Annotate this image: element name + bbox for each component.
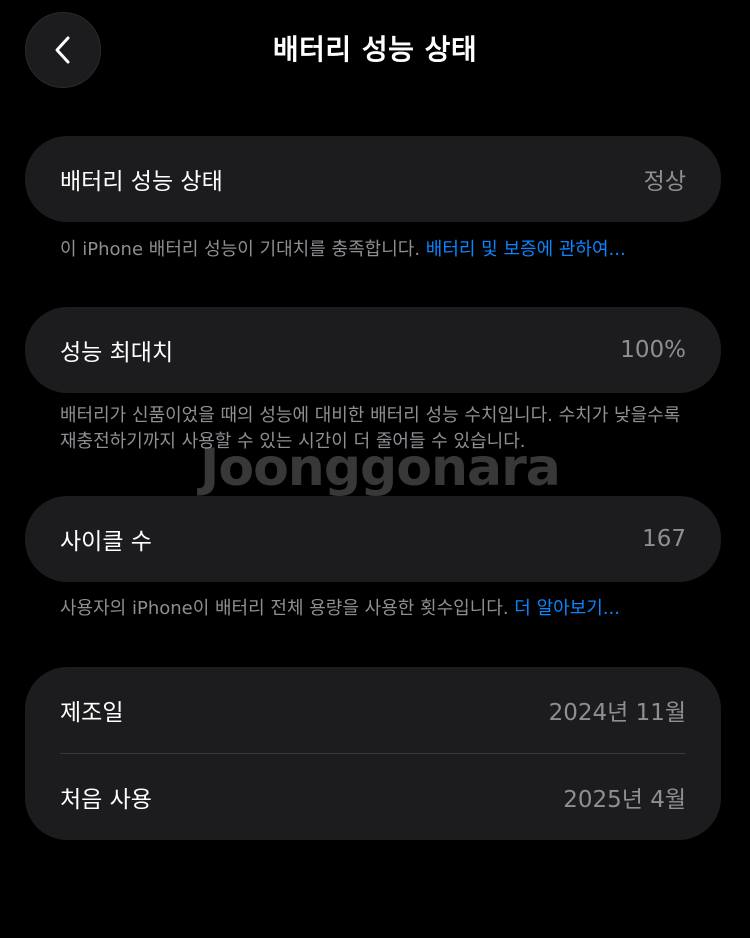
battery-health-label: 배터리 성능 상태 (60, 169, 223, 195)
max-capacity-card: 성능 최대치 100% (25, 307, 721, 393)
max-capacity-label: 성능 최대치 (60, 340, 174, 366)
battery-health-value: 정상 (643, 169, 686, 195)
battery-health-footnote: 이 iPhone 배터리 성능이 기대치를 충족합니다. 배터리 및 보증에 관… (60, 237, 700, 263)
manufacture-date-value: 2024년 11월 (548, 700, 686, 726)
battery-health-card: 배터리 성능 상태 정상 (25, 136, 721, 222)
cycle-count-label: 사이클 수 (60, 529, 152, 555)
cycle-count-value: 167 (642, 526, 686, 552)
battery-health-row: 배터리 성능 상태 정상 (25, 136, 721, 222)
dates-card: 제조일 2024년 11월 처음 사용 2025년 4월 (25, 667, 721, 840)
page-title: 배터리 성능 상태 (272, 33, 478, 66)
max-capacity-value: 100% (620, 337, 686, 363)
cycle-count-row: 사이클 수 167 (25, 496, 721, 582)
max-capacity-row: 성능 최대치 100% (25, 307, 721, 393)
battery-health-footnote-text: 이 iPhone 배터리 성능이 기대치를 충족합니다. (60, 239, 426, 260)
cycle-count-card: 사이클 수 167 (25, 496, 721, 582)
battery-warranty-link[interactable]: 배터리 및 보증에 관하여... (426, 239, 626, 260)
first-use-label: 처음 사용 (60, 787, 152, 813)
manufacture-date-row: 제조일 2024년 11월 (25, 667, 721, 753)
navigation-header: 배터리 성능 상태 (0, 0, 750, 100)
learn-more-link[interactable]: 더 알아보기... (514, 598, 620, 619)
manufacture-date-label: 제조일 (60, 700, 124, 726)
max-capacity-footnote: 배터리가 신품이었을 때의 성능에 대비한 배터리 성능 수치입니다. 수치가 … (60, 405, 681, 452)
cycle-count-footnote-text: 사용자의 iPhone이 배터리 전체 용량을 사용한 횟수입니다. (60, 598, 515, 619)
first-use-row: 처음 사용 2025년 4월 (25, 754, 721, 840)
first-use-value: 2025년 4월 (563, 787, 686, 813)
cycle-count-footnote: 사용자의 iPhone이 배터리 전체 용량을 사용한 횟수입니다. 더 알아보… (60, 596, 700, 622)
